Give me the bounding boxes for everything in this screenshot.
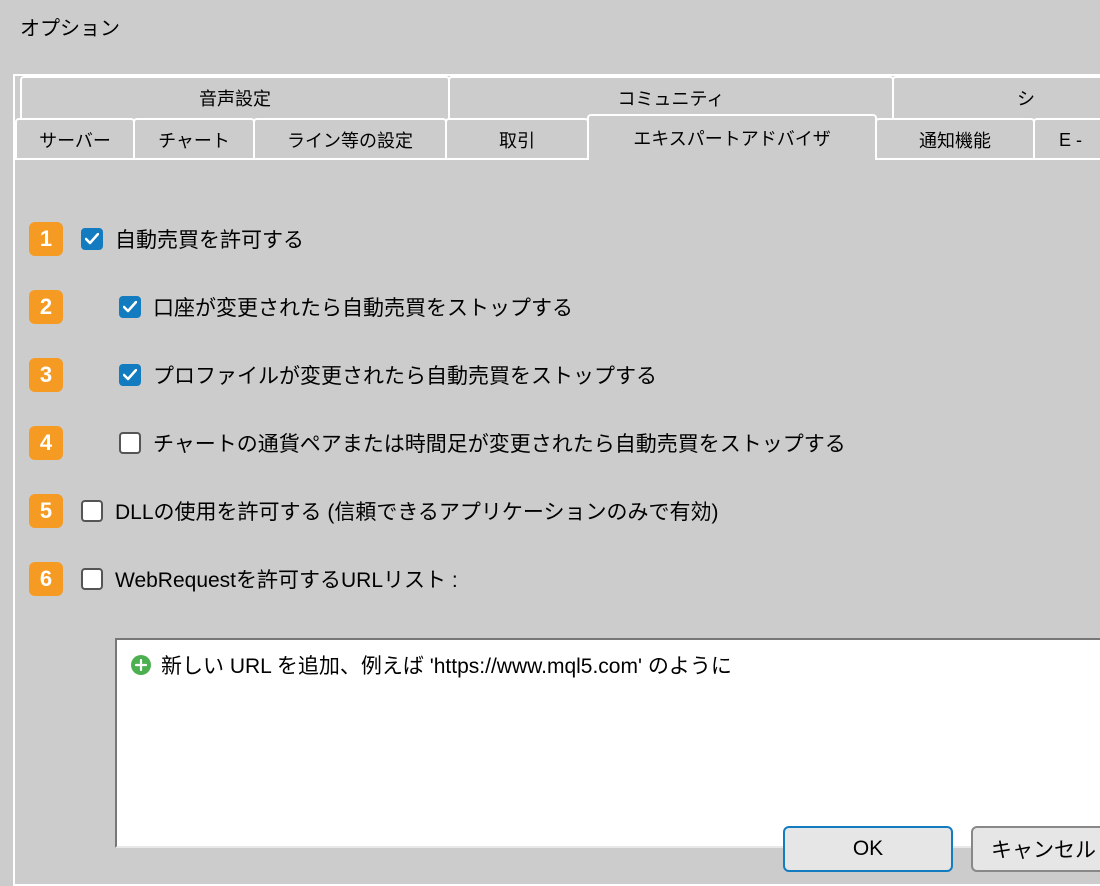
checkbox-allow-autotrade[interactable] [81,228,103,250]
dialog-body: 音声設定 コミュニティ シ サーバー チャート ライン等の設定 取引 エキスパー… [13,74,1100,886]
url-placeholder-text: 新しい URL を追加、例えば 'https://www.mql5.com' の… [161,650,732,680]
option-allow-dll: 5 DLLの使用を許可する (信頼できるアプリケーションのみで有効) [15,494,1100,528]
dialog-title: オプション [0,0,1100,53]
tab-trade[interactable]: 取引 [445,118,589,160]
tab-sign[interactable]: シ [892,76,1100,118]
tab-label: 音声設定 [199,85,271,111]
checkbox-stop-on-account-change[interactable] [119,296,141,318]
option-allow-webrequest: 6 WebRequestを許可するURLリスト : [15,562,1100,596]
check-icon [85,233,99,245]
badge-6: 6 [29,562,63,596]
option-label: DLLの使用を許可する (信頼できるアプリケーションのみで有効) [115,496,719,526]
checkbox-allow-webrequest[interactable] [81,568,103,590]
tab-community[interactable]: コミュニティ [448,76,894,118]
tab-audio[interactable]: 音声設定 [20,76,450,118]
tab-label: ライン等の設定 [287,127,413,153]
url-add-row[interactable]: 新しい URL を追加、例えば 'https://www.mql5.com' の… [131,650,1100,680]
option-label: WebRequestを許可するURLリスト : [115,564,458,594]
ok-button[interactable]: OK [783,826,953,872]
checkbox-allow-dll[interactable] [81,500,103,522]
cancel-button[interactable]: キャンセル [971,826,1100,872]
badge-3: 3 [29,358,63,392]
option-label: 口座が変更されたら自動売買をストップする [153,292,573,322]
tab-content: 1 自動売買を許可する 2 口座が変更されたら自動売買をストップする 3 プロフ… [15,162,1100,884]
checkbox-stop-on-symbol-change[interactable] [119,432,141,454]
check-icon [123,369,137,381]
plus-icon [131,655,151,675]
badge-1: 1 [29,222,63,256]
tab-label: コミュニティ [618,85,725,111]
badge-2: 2 [29,290,63,324]
tab-line[interactable]: ライン等の設定 [253,118,447,160]
tab-label: 通知機能 [919,127,991,153]
badge-4: 4 [29,426,63,460]
option-stop-on-profile-change: 3 プロファイルが変更されたら自動売買をストップする [15,358,1100,392]
tab-label: E - [1059,130,1082,151]
tab-label: シ [1017,85,1035,111]
tab-server[interactable]: サーバー [15,118,135,160]
tab-expert-advisor[interactable]: エキスパートアドバイザ [587,114,877,160]
check-icon [123,301,137,313]
option-stop-on-account-change: 2 口座が変更されたら自動売買をストップする [15,290,1100,324]
checkbox-stop-on-profile-change[interactable] [119,364,141,386]
tabs-container: 音声設定 コミュニティ シ サーバー チャート ライン等の設定 取引 エキスパー… [15,76,1100,160]
tab-notify[interactable]: 通知機能 [875,118,1035,160]
option-label: 自動売買を許可する [115,224,304,254]
tab-chart[interactable]: チャート [133,118,255,160]
tab-email[interactable]: E - [1033,118,1100,160]
option-allow-autotrade: 1 自動売買を許可する [15,222,1100,256]
tab-label: チャート [158,127,230,153]
tabs-upper-row: 音声設定 コミュニティ シ [20,76,1100,118]
url-list-box[interactable]: 新しい URL を追加、例えば 'https://www.mql5.com' の… [115,638,1100,848]
badge-5: 5 [29,494,63,528]
tab-label: エキスパートアドバイザ [633,125,830,151]
tab-label: 取引 [499,127,535,153]
button-label: キャンセル [991,834,1096,864]
dialog-buttons: OK キャンセル [783,826,1100,872]
button-label: OK [853,837,883,861]
option-label: プロファイルが変更されたら自動売買をストップする [153,360,657,390]
tabs-lower-row: サーバー チャート ライン等の設定 取引 エキスパートアドバイザ 通知機能 E … [15,118,1100,160]
option-stop-on-symbol-change: 4 チャートの通貨ペアまたは時間足が変更されたら自動売買をストップする [15,426,1100,460]
option-label: チャートの通貨ペアまたは時間足が変更されたら自動売買をストップする [153,428,846,458]
tab-label: サーバー [39,127,111,153]
